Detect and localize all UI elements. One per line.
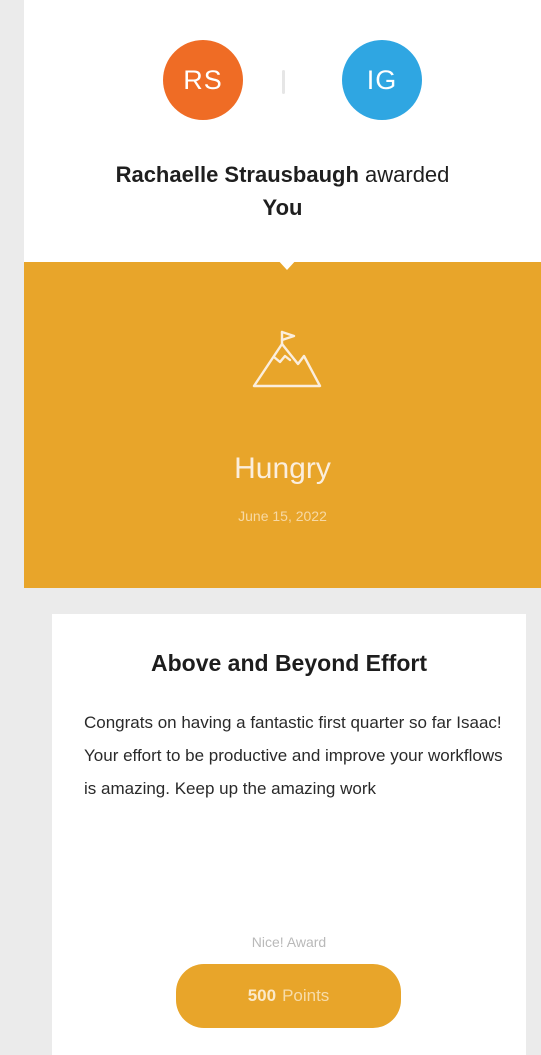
award-name: Hungry: [234, 452, 331, 485]
award-headline: Rachaelle Strausbaugh awarded You: [44, 158, 521, 224]
award-type-label: Nice! Award: [251, 934, 327, 950]
message-body: Congrats on having a fantastic first qua…: [84, 713, 503, 798]
award-date: June 15, 2022: [238, 508, 327, 524]
mountain-flag-icon: [252, 330, 322, 388]
avatar-group: RS IG: [24, 40, 541, 122]
points-button[interactable]: 500 Points: [176, 964, 401, 1028]
award-verb: awarded: [365, 162, 450, 187]
message-title: Above and Beyond Effort: [150, 650, 427, 676]
giver-avatar[interactable]: RS: [163, 40, 243, 120]
award-banner: Hungry June 15, 2022: [24, 262, 541, 588]
award-header: RS IG Rachaelle Strausbaugh awarded You: [24, 0, 541, 262]
recipient-initials: IG: [366, 64, 398, 95]
giver-name[interactable]: Rachaelle Strausbaugh: [116, 162, 359, 187]
points-value: 500: [247, 986, 277, 1005]
banner-pointer: [276, 258, 298, 270]
message-card: Above and Beyond Effort Congrats on havi…: [52, 614, 526, 1055]
recipient-avatar[interactable]: IG: [342, 40, 422, 120]
giver-initials: RS: [183, 64, 223, 95]
connector-divider: [282, 70, 285, 94]
recipient-name: You: [262, 195, 303, 220]
points-unit: Points: [282, 986, 330, 1005]
